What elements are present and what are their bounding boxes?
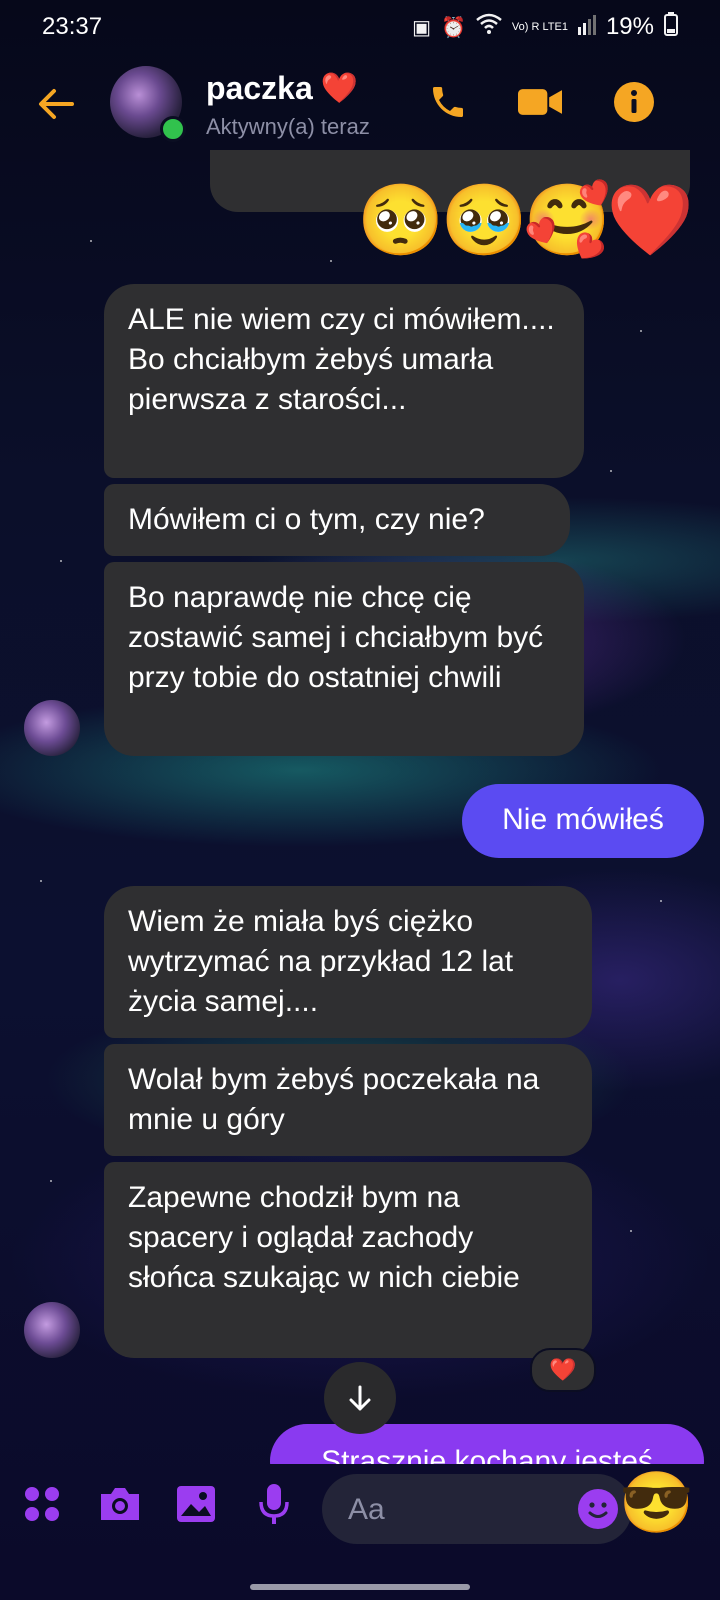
menu-dots-icon[interactable]	[18, 1480, 66, 1528]
status-bar: 23:37 ▣ ⏰ Vo) R LTE1 19%	[0, 0, 720, 54]
status-time: 23:37	[42, 13, 103, 40]
scroll-to-bottom-button[interactable]	[324, 1362, 396, 1434]
background-star	[90, 240, 92, 242]
status-icons: ▣ ⏰ Vo) R LTE1 19%	[412, 12, 678, 42]
gallery-icon[interactable]	[172, 1480, 220, 1528]
message-input[interactable]	[346, 1474, 560, 1546]
arrow-down-icon	[349, 1385, 371, 1411]
home-indicator[interactable]	[250, 1584, 470, 1590]
message-reaction[interactable]: ❤️	[530, 1348, 596, 1392]
background-star	[50, 1180, 52, 1182]
emoji-message[interactable]: 🥺🥹🥰❤️	[357, 180, 694, 260]
message-bubble-incoming[interactable]: Wolał bym żebyś poczekała na mnie u góry	[104, 1044, 592, 1156]
heart-emoji: ❤️	[320, 72, 359, 105]
battery-icon	[664, 12, 678, 42]
camera-icon[interactable]	[96, 1480, 144, 1528]
composer-bar: 😎	[0, 1456, 720, 1566]
sender-avatar[interactable]	[24, 1302, 80, 1358]
message-bubble-outgoing[interactable]: Nie mówiłeś	[462, 784, 704, 858]
contact-name[interactable]: paczka ❤️	[206, 70, 358, 107]
background-star	[640, 330, 642, 332]
notification-icon: ▣	[412, 16, 431, 39]
info-icon[interactable]	[612, 80, 656, 124]
message-bubble-incoming[interactable]: Bo naprawdę nie chcę cię zostawić samej …	[104, 562, 584, 756]
message-bubble-incoming[interactable]: Mówiłem ci o tym, czy nie?	[104, 484, 570, 556]
active-status: Aktywny(a) teraz	[206, 114, 370, 139]
message-bubble-incoming[interactable]: Zapewne chodził bym na spacery i oglądał…	[104, 1162, 592, 1358]
alarm-icon: ⏰	[441, 16, 466, 39]
background-star	[40, 880, 42, 882]
back-arrow-icon[interactable]	[36, 84, 76, 124]
network-type: Vo) R LTE1	[511, 20, 568, 33]
wifi-icon	[476, 13, 502, 41]
chat-header: paczka ❤️ Aktywny(a) teraz	[0, 58, 720, 158]
message-input-box[interactable]	[322, 1474, 632, 1546]
background-star	[660, 900, 662, 902]
quick-emoji-button[interactable]: 😎	[619, 1468, 694, 1538]
video-camera-icon[interactable]	[518, 80, 562, 124]
emoji-picker-icon[interactable]	[578, 1489, 618, 1529]
background-star	[330, 260, 332, 262]
background-star	[610, 470, 612, 472]
phone-icon[interactable]	[426, 80, 470, 124]
message-bubble-incoming[interactable]: ALE nie wiem czy ci mówiłem.... Bo chcia…	[104, 284, 584, 478]
sender-avatar[interactable]	[24, 700, 80, 756]
online-indicator	[160, 116, 186, 142]
background-star	[60, 560, 62, 562]
background-star	[630, 1230, 632, 1232]
battery-percent: 19%	[605, 13, 654, 40]
microphone-icon[interactable]	[250, 1480, 298, 1528]
contact-name-text: paczka	[206, 70, 313, 106]
message-bubble-incoming[interactable]: Wiem że miała byś ciężko wytrzymać na pr…	[104, 886, 592, 1038]
signal-icon	[577, 13, 596, 41]
